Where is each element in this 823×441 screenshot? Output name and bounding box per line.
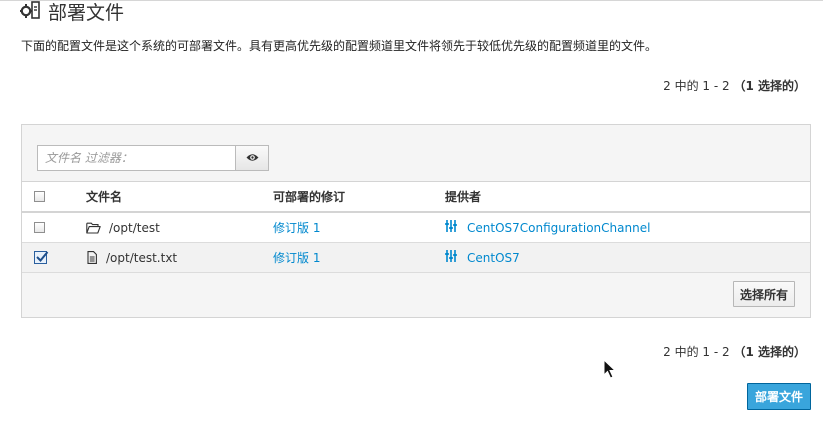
deploy-files-button[interactable]: 部署文件 <box>746 383 811 410</box>
filter-group <box>37 145 269 171</box>
select-all-checkbox[interactable] <box>34 191 45 202</box>
pager-selected: （1 选择的） <box>733 79 806 93</box>
file-icon <box>86 251 98 264</box>
pager-range: 2 中的 1 - 2 <box>663 345 730 359</box>
table-header-row: 文件名 可部署的修订 提供者 <box>22 181 810 213</box>
eye-icon <box>246 151 259 165</box>
row-checkbox[interactable] <box>34 222 45 233</box>
page-title: 部署文件 <box>48 1 125 24</box>
row-checkbox[interactable] <box>34 251 49 264</box>
header-provider[interactable]: 提供者 <box>445 182 810 213</box>
file-name: /opt/test.txt <box>106 250 178 265</box>
sliders-icon <box>445 250 457 265</box>
files-table: 文件名 可部署的修订 提供者 /opt/test 修订版 1 CentOS7Co… <box>22 181 810 273</box>
select-all-button[interactable]: 选择所有 <box>732 281 795 307</box>
pagination-summary-bottom: 2 中的 1 - 2 （1 选择的） <box>663 343 806 360</box>
header-filename[interactable]: 文件名 <box>86 182 273 213</box>
mouse-pointer-icon <box>603 358 617 382</box>
pager-selected: （1 选择的） <box>733 345 806 359</box>
file-name: /opt/test <box>109 220 160 235</box>
provider-link[interactable]: CentOS7ConfigurationChannel <box>467 221 650 235</box>
revision-link[interactable]: 修订版 1 <box>273 221 320 235</box>
filename-filter-input[interactable] <box>37 145 236 171</box>
page-header: 部署文件 <box>20 0 124 24</box>
revision-link[interactable]: 修订版 1 <box>273 251 320 265</box>
files-panel: 文件名 可部署的修订 提供者 /opt/test <box>21 124 811 318</box>
header-revision[interactable]: 可部署的修订 <box>273 182 445 213</box>
pagination-summary-top: 2 中的 1 - 2 （1 选择的） <box>663 77 806 94</box>
table-row: /opt/test 修订版 1 CentOS7ConfigurationChan… <box>22 212 810 243</box>
page-description: 下面的配置文件是这个系统的可部署文件。具有更高优先级的配置频道里文件将领先于较低… <box>21 39 658 53</box>
provider-link[interactable]: CentOS7 <box>467 251 520 265</box>
table-row: /opt/test.txt 修订版 1 CentOS7 <box>22 242 810 273</box>
filter-button[interactable] <box>236 145 269 171</box>
folder-open-icon <box>86 222 101 234</box>
config-files-icon <box>20 0 40 22</box>
sliders-icon <box>445 220 457 235</box>
pager-range: 2 中的 1 - 2 <box>663 79 730 93</box>
